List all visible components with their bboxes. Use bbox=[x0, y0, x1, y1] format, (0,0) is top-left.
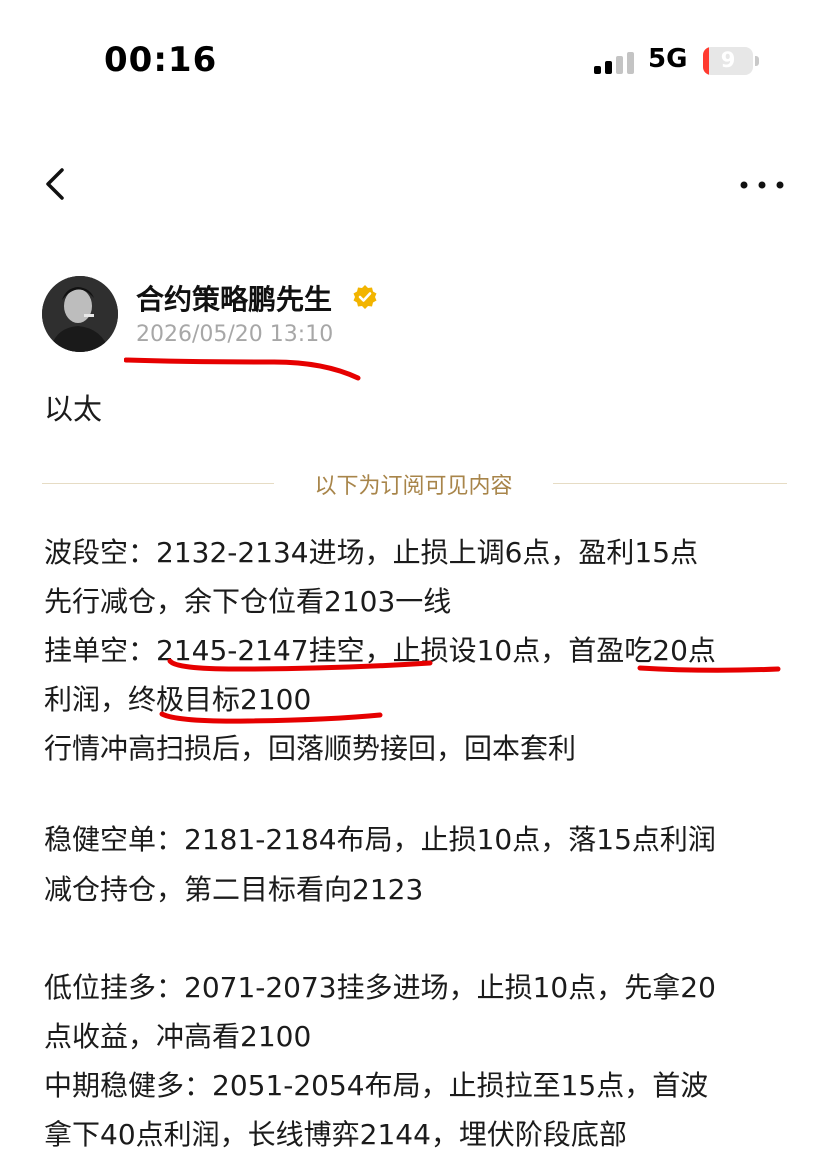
handwritten-underline bbox=[159, 711, 383, 724]
post-line: 中期稳健多：2051-2054布局，止损拉至15点，首波 bbox=[44, 1069, 709, 1102]
post-line: 减仓持仓，第二目标看向2123 bbox=[44, 873, 424, 906]
post-line: 先行减仓，余下仓位看2103一线 bbox=[44, 585, 452, 618]
post-line: 稳健空单：2181-2184布局，止损10点，落15点利润 bbox=[44, 823, 716, 856]
author-name[interactable]: 合约策略鹏先生 bbox=[136, 278, 332, 318]
post-line: 波段空：2132-2134进场，止损上调6点，盈利15点 bbox=[44, 536, 699, 569]
post-topic: 以太 bbox=[44, 392, 103, 426]
cellular-signal-icon bbox=[594, 52, 636, 74]
divider-left bbox=[42, 483, 274, 484]
ellipsis-icon[interactable] bbox=[738, 170, 786, 200]
handwritten-underline bbox=[124, 357, 361, 381]
battery-icon: 9 bbox=[703, 47, 753, 75]
status-bar: 00:16 5G 9 bbox=[0, 0, 829, 120]
battery-cap bbox=[755, 56, 759, 66]
post-timestamp: 2026/05/20 13:10 bbox=[136, 322, 334, 347]
subscriber-only-note: 以下为订阅可见内容 bbox=[314, 474, 513, 499]
post-line: 点收益，冲高看2100 bbox=[44, 1020, 312, 1053]
post-line: 拿下40点利润，长线博弈2144，埋伏阶段底部 bbox=[44, 1118, 627, 1151]
handwritten-underline bbox=[637, 665, 781, 673]
handwritten-underline bbox=[167, 658, 433, 672]
status-time: 00:16 bbox=[104, 40, 218, 80]
chevron-left-icon[interactable] bbox=[38, 160, 78, 208]
verified-badge-icon bbox=[352, 284, 378, 310]
post-line: 行情冲高扫损后，回落顺势接回，回本套利 bbox=[44, 732, 577, 765]
network-type: 5G bbox=[648, 44, 688, 74]
divider-right bbox=[553, 483, 787, 484]
avatar[interactable] bbox=[42, 276, 118, 352]
battery-level: 9 bbox=[720, 48, 736, 72]
post-line: 低位挂多：2071-2073挂多进场，止损10点，先拿20 bbox=[44, 971, 716, 1004]
